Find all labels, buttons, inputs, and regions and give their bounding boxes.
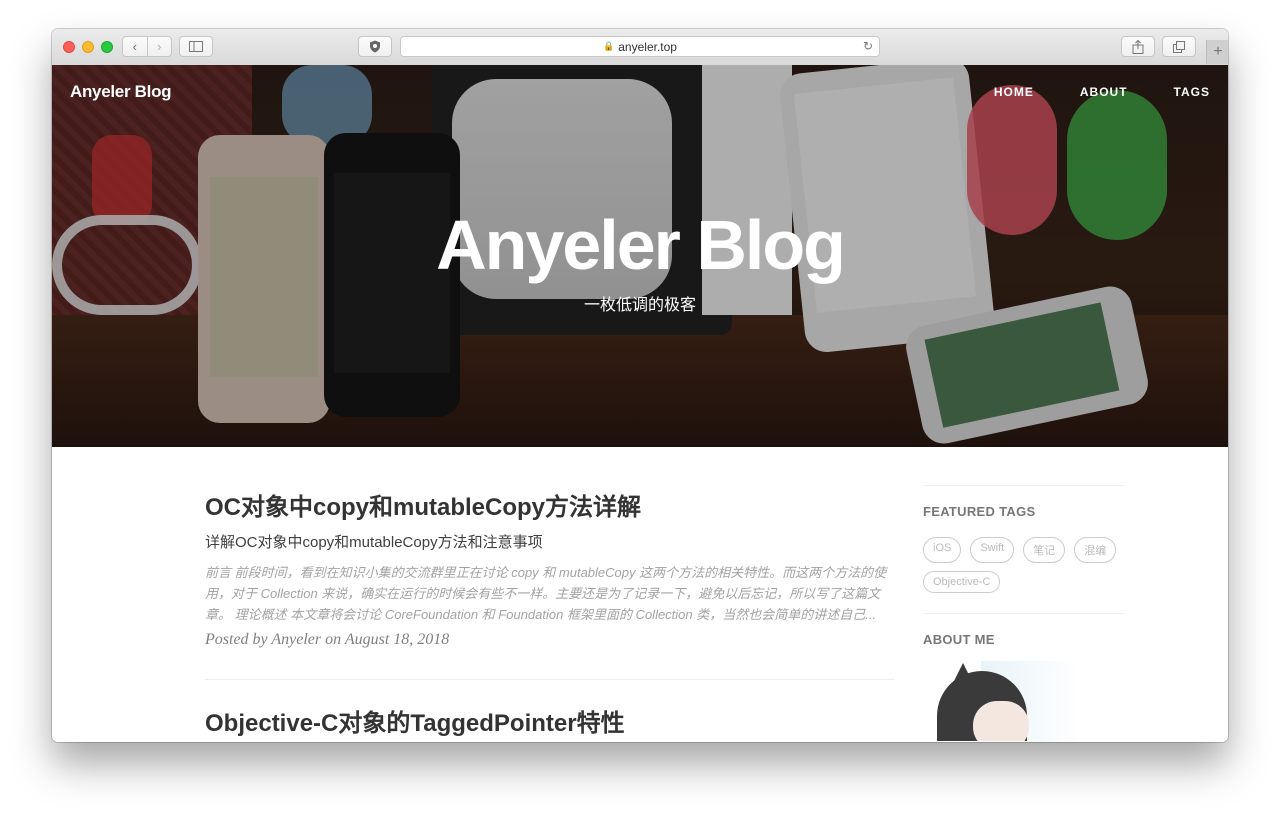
show-tabs-button[interactable] bbox=[1162, 36, 1196, 57]
about-me-heading: ABOUT ME bbox=[923, 632, 995, 647]
tabs-icon bbox=[1172, 40, 1185, 53]
privacy-extension-button[interactable] bbox=[358, 36, 392, 57]
tag-notes[interactable]: 笔记 bbox=[1023, 537, 1066, 563]
reload-icon[interactable]: ↻ bbox=[863, 39, 873, 53]
sidebar-divider bbox=[923, 485, 1125, 486]
minimize-window-button[interactable] bbox=[82, 41, 94, 53]
sidebar-icon bbox=[189, 41, 203, 52]
forward-button[interactable]: › bbox=[146, 37, 172, 56]
main-content: OC对象中copy和mutableCopy方法详解 详解OC对象中copy和mu… bbox=[52, 447, 1228, 742]
nav-home-link[interactable]: HOME bbox=[994, 85, 1034, 99]
post-subtitle[interactable]: 详解OC对象中copy和mutableCopy方法和注意事项 bbox=[205, 531, 895, 552]
shield-icon bbox=[370, 40, 380, 53]
post-title[interactable]: Objective-C对象的TaggedPointer特性 bbox=[205, 707, 895, 741]
browser-window: ‹ › 🔒 anyeler.top ↻ + Anyeler Blog HOME … bbox=[52, 29, 1228, 742]
hero-banner: Anyeler Blog HOME ABOUT TAGS Anyeler Blo… bbox=[52, 65, 1228, 447]
sidebar: FEATURED TAGS iOS Swift 笔记 混编 Objective-… bbox=[923, 485, 1125, 741]
sidebar-divider bbox=[923, 613, 1125, 614]
share-icon bbox=[1132, 39, 1144, 54]
browser-toolbar: ‹ › 🔒 anyeler.top ↻ + bbox=[52, 29, 1228, 66]
close-window-button[interactable] bbox=[63, 41, 75, 53]
site-nav: HOME ABOUT TAGS bbox=[948, 85, 1210, 99]
tag-ios[interactable]: iOS bbox=[923, 537, 962, 563]
nav-tags-link[interactable]: TAGS bbox=[1174, 85, 1210, 99]
post-preview[interactable]: Objective-C对象的TaggedPointer特性 bbox=[205, 707, 895, 741]
site-brand-link[interactable]: Anyeler Blog bbox=[70, 82, 172, 102]
post-meta: Posted by Anyeler on August 18, 2018 bbox=[205, 631, 450, 648]
tag-swift[interactable]: Swift bbox=[970, 537, 1015, 563]
address-bar[interactable]: 🔒 anyeler.top ↻ bbox=[400, 36, 880, 57]
nav-about-link[interactable]: ABOUT bbox=[1080, 85, 1128, 99]
tag-objective-c[interactable]: Objective-C bbox=[923, 571, 1001, 593]
post-preview[interactable]: OC对象中copy和mutableCopy方法详解 详解OC对象中copy和mu… bbox=[205, 491, 895, 649]
new-tab-button[interactable]: + bbox=[1206, 40, 1228, 64]
zoom-window-button[interactable] bbox=[101, 41, 113, 53]
tag-list: iOS Swift 笔记 混编 Objective-C bbox=[923, 537, 1125, 593]
sidebar-toggle-button[interactable] bbox=[179, 36, 213, 57]
chevron-right-icon: › bbox=[157, 39, 162, 54]
post-divider bbox=[205, 679, 895, 680]
featured-tags-heading: FEATURED TAGS bbox=[923, 504, 1036, 519]
tag-mixed[interactable]: 混编 bbox=[1074, 537, 1117, 563]
chevron-left-icon: ‹ bbox=[132, 39, 137, 54]
share-button[interactable] bbox=[1121, 36, 1155, 57]
hero-title: Anyeler Blog bbox=[436, 206, 846, 284]
plus-icon: + bbox=[1213, 43, 1223, 60]
about-avatar-image bbox=[937, 661, 1077, 741]
post-excerpt[interactable]: 前言 前段时间，看到在知识小集的交流群里正在讨论 copy 和 mutableC… bbox=[205, 562, 895, 625]
url-text: anyeler.top bbox=[618, 39, 677, 54]
post-title[interactable]: OC对象中copy和mutableCopy方法详解 bbox=[205, 491, 895, 525]
lock-icon: 🔒 bbox=[603, 41, 615, 51]
back-button[interactable]: ‹ bbox=[123, 37, 147, 56]
history-nav-group: ‹ › bbox=[122, 36, 172, 57]
hero-subtitle: 一枚低调的极客 bbox=[583, 297, 696, 314]
